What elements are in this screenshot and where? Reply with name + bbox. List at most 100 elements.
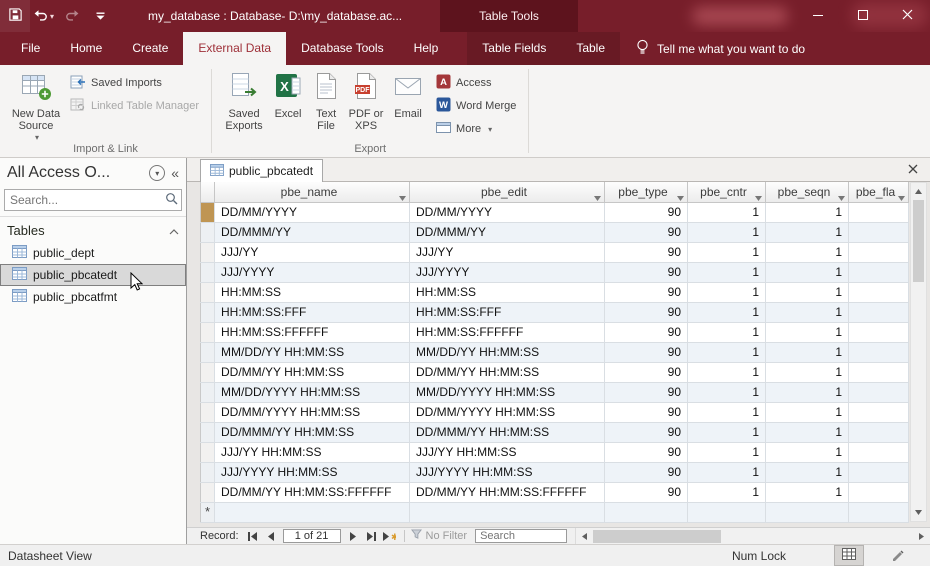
next-record-button[interactable] <box>344 529 362 544</box>
record-selector[interactable] <box>200 202 215 223</box>
cell-pbe_cntr[interactable]: 1 <box>687 302 766 323</box>
maximize-button[interactable] <box>840 0 885 32</box>
cell-pbe_fla[interactable] <box>848 462 909 483</box>
cell-pbe_seqn[interactable]: 1 <box>765 382 849 403</box>
more-button[interactable]: More ▾ <box>432 119 520 139</box>
cell-pbe_name[interactable]: DD/MM/YYYY <box>214 202 410 223</box>
cell-pbe_fla[interactable] <box>848 482 909 503</box>
document-close-button[interactable] <box>904 161 922 179</box>
cell-pbe_fla[interactable] <box>848 242 909 263</box>
cell-pbe_type[interactable]: 90 <box>604 422 688 443</box>
cell-pbe_cntr[interactable]: 1 <box>687 222 766 243</box>
scroll-up-button[interactable] <box>911 183 926 200</box>
cell-pbe_cntr[interactable]: 1 <box>687 362 766 383</box>
cell-pbe_seqn[interactable]: 1 <box>765 302 849 323</box>
cell-pbe_edit[interactable]: HH:MM:SS:FFFFFF <box>409 322 605 343</box>
cell-pbe_fla[interactable] <box>848 222 909 243</box>
saved-imports-button[interactable]: Saved Imports <box>66 73 203 93</box>
cell-pbe_fla[interactable] <box>848 382 909 403</box>
tab-file[interactable]: File <box>6 32 55 65</box>
cell-pbe_seqn[interactable]: 1 <box>765 202 849 223</box>
pdf-or-xps-button[interactable]: PDF PDF or XPS <box>344 68 388 132</box>
cell-pbe_seqn[interactable]: 1 <box>765 262 849 283</box>
record-selector[interactable] <box>200 242 215 263</box>
cell-pbe_edit[interactable]: JJJ/YYYY <box>409 262 605 283</box>
cell-pbe_type[interactable]: 90 <box>604 362 688 383</box>
cell-pbe_type[interactable]: 90 <box>604 282 688 303</box>
redo-button[interactable] <box>58 0 86 32</box>
cell-pbe_edit[interactable]: DD/MMM/YY HH:MM:SS <box>409 422 605 443</box>
cell-pbe_name[interactable]: HH:MM:SS:FFFFFF <box>214 322 410 343</box>
cell-pbe_seqn[interactable]: 1 <box>765 482 849 503</box>
email-button[interactable]: Email <box>388 68 428 120</box>
cell-pbe_type[interactable]: 90 <box>604 322 688 343</box>
cell-pbe_edit[interactable]: MM/DD/YYYY HH:MM:SS <box>409 382 605 403</box>
cell-pbe_seqn[interactable]: 1 <box>765 422 849 443</box>
minimize-button[interactable] <box>795 0 840 32</box>
cell-pbe_seqn[interactable]: 1 <box>765 462 849 483</box>
cell-pbe_name[interactable]: JJJ/YY <box>214 242 410 263</box>
nav-search-input[interactable] <box>10 193 165 207</box>
cell-pbe_cntr[interactable]: 1 <box>687 462 766 483</box>
select-all-corner[interactable] <box>200 182 215 203</box>
cell-pbe_edit[interactable] <box>409 502 605 523</box>
cell-pbe_type[interactable]: 90 <box>604 222 688 243</box>
cell-pbe_type[interactable]: 90 <box>604 202 688 223</box>
cell-pbe_seqn[interactable]: 1 <box>765 282 849 303</box>
record-selector[interactable] <box>200 402 215 423</box>
tab-table[interactable]: Table <box>561 32 620 65</box>
tab-help[interactable]: Help <box>399 32 454 65</box>
cell-pbe_edit[interactable]: HH:MM:SS:FFF <box>409 302 605 323</box>
save-button[interactable] <box>0 0 30 32</box>
cell-pbe_edit[interactable]: DD/MM/YYYY <box>409 202 605 223</box>
cell-pbe_name[interactable]: HH:MM:SS:FFF <box>214 302 410 323</box>
cell-pbe_cntr[interactable]: 1 <box>687 262 766 283</box>
record-selector[interactable] <box>200 422 215 443</box>
cell-pbe_seqn[interactable]: 1 <box>765 322 849 343</box>
design-view-button[interactable] <box>882 545 912 566</box>
cell-pbe_seqn[interactable]: 1 <box>765 442 849 463</box>
cell-pbe_type[interactable]: 90 <box>604 342 688 363</box>
customize-qat-button[interactable] <box>86 0 114 32</box>
cell-pbe_edit[interactable]: JJJ/YY HH:MM:SS <box>409 442 605 463</box>
cell-pbe_name[interactable] <box>214 502 410 523</box>
record-selector[interactable] <box>200 362 215 383</box>
cell-pbe_cntr[interactable]: 1 <box>687 422 766 443</box>
horizontal-scroll-thumb[interactable] <box>593 529 722 543</box>
cell-pbe_cntr[interactable] <box>687 502 766 523</box>
cell-pbe_cntr[interactable]: 1 <box>687 342 766 363</box>
cell-pbe_name[interactable]: DD/MMM/YY <box>214 222 410 243</box>
tab-database-tools[interactable]: Database Tools <box>286 32 399 65</box>
record-selector[interactable] <box>200 282 215 303</box>
record-selector[interactable] <box>200 482 215 503</box>
cell-pbe_fla[interactable] <box>848 442 909 463</box>
tab-home[interactable]: Home <box>55 32 117 65</box>
column-header-pbe_name[interactable]: pbe_name <box>214 182 410 203</box>
cell-pbe_fla[interactable] <box>848 362 909 383</box>
scroll-down-button[interactable] <box>911 504 926 521</box>
cell-pbe_fla[interactable] <box>848 262 909 283</box>
cell-pbe_type[interactable]: 90 <box>604 442 688 463</box>
cell-pbe_seqn[interactable]: 1 <box>765 222 849 243</box>
column-header-pbe_type[interactable]: pbe_type <box>604 182 688 203</box>
cell-pbe_seqn[interactable]: 1 <box>765 242 849 263</box>
scroll-right-button[interactable] <box>913 528 930 545</box>
new-record-button[interactable]: ✱ <box>380 529 398 544</box>
access-button[interactable]: A Access <box>432 73 520 93</box>
tab-create[interactable]: Create <box>117 32 183 65</box>
column-header-pbe_seqn[interactable]: pbe_seqn <box>765 182 849 203</box>
document-tab-public_pbcatedt[interactable]: public_pbcatedt <box>200 159 324 182</box>
record-selector[interactable] <box>200 262 215 283</box>
shutter-collapse-button[interactable]: « <box>171 165 179 181</box>
nav-group-tables[interactable]: Tables <box>0 217 186 242</box>
nav-pane-menu-button[interactable]: ▾ <box>149 165 166 181</box>
cell-pbe_name[interactable]: DD/MM/YY HH:MM:SS <box>214 362 410 383</box>
cell-pbe_fla[interactable] <box>848 202 909 223</box>
close-button[interactable] <box>885 0 930 32</box>
cell-pbe_type[interactable]: 90 <box>604 402 688 423</box>
saved-exports-button[interactable]: Saved Exports <box>220 68 268 132</box>
cell-pbe_fla[interactable] <box>848 422 909 443</box>
cell-pbe_type[interactable]: 90 <box>604 302 688 323</box>
cell-pbe_cntr[interactable]: 1 <box>687 282 766 303</box>
cell-pbe_cntr[interactable]: 1 <box>687 442 766 463</box>
